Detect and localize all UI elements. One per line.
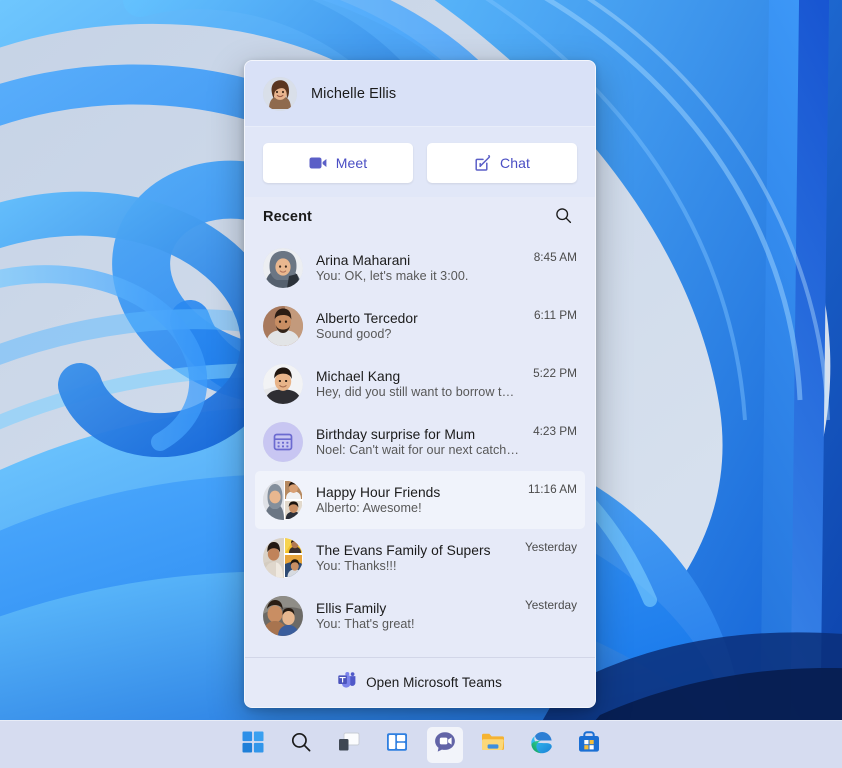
task-view-icon (338, 732, 360, 757)
conversation-row[interactable]: Happy Hour Friends Alberto: Awesome! 11:… (255, 471, 585, 529)
conversation-timestamp: 8:45 AM (534, 250, 577, 264)
search-chats-button[interactable] (549, 203, 577, 231)
conversation-timestamp: Yesterday (525, 540, 577, 554)
conversation-preview: You: Thanks!!! (316, 559, 512, 573)
michael-kang-avatar (263, 364, 303, 404)
conversation-text: The Evans Family of Supers You: Thanks!!… (316, 543, 512, 573)
conversation-preview: Noel: Can't wait for our next catch up! (316, 443, 520, 457)
conversation-row[interactable]: Alberto Tercedor Sound good? 6:11 PM (255, 297, 585, 355)
conversation-text: Arina Maharani You: OK, let's make it 3:… (316, 253, 521, 283)
conversation-preview: Alberto: Awesome! (316, 501, 515, 515)
conversation-preview: You: OK, let's make it 3:00. (316, 269, 521, 283)
compose-message-icon (474, 155, 491, 172)
taskbar (0, 720, 842, 768)
widgets-button[interactable] (379, 727, 415, 763)
video-camera-icon (309, 156, 327, 170)
search-icon (290, 731, 312, 758)
conversation-name: Michael Kang (316, 369, 520, 384)
conversation-text: Alberto Tercedor Sound good? (316, 311, 521, 341)
flyout-header: Michelle Ellis (245, 61, 595, 127)
conversation-name: The Evans Family of Supers (316, 543, 512, 558)
meet-button[interactable]: Meet (263, 143, 413, 183)
microsoft-teams-icon (338, 672, 356, 694)
group-calendar-icon (263, 422, 303, 462)
edge-icon (530, 731, 553, 759)
file-explorer-button[interactable] (475, 727, 511, 763)
chat-button-label: Chat (500, 155, 530, 171)
conversation-timestamp: 5:22 PM (533, 366, 577, 380)
conversation-text: Happy Hour Friends Alberto: Awesome! (316, 485, 515, 515)
conversation-text: Birthday surprise for Mum Noel: Can't wa… (316, 427, 520, 457)
recent-label: Recent (263, 209, 312, 225)
conversation-row[interactable]: Ellis Family You: That's great! Yesterda… (255, 587, 585, 645)
conversation-preview: You: That's great! (316, 617, 512, 631)
conversation-row[interactable]: The Evans Family of Supers You: Thanks!!… (255, 529, 585, 587)
happy-hour-friends-group-avatar (263, 480, 303, 520)
conversation-text: Ellis Family You: That's great! (316, 601, 512, 631)
open-teams-label: Open Microsoft Teams (366, 675, 502, 690)
quick-actions: Meet Chat (245, 127, 595, 197)
conversation-name: Happy Hour Friends (316, 485, 515, 500)
windows-logo-icon (242, 731, 264, 758)
start-button[interactable] (235, 727, 271, 763)
edge-button[interactable] (523, 727, 559, 763)
recent-conversations-list[interactable]: Arina Maharani You: OK, let's make it 3:… (245, 239, 595, 657)
conversation-row[interactable]: Birthday surprise for Mum Noel: Can't wa… (255, 413, 585, 471)
ellis-family-avatar (263, 596, 303, 636)
meet-button-label: Meet (336, 155, 368, 171)
chat-button[interactable]: Chat (427, 143, 577, 183)
task-view-button[interactable] (331, 727, 367, 763)
alberto-tercedor-avatar (263, 306, 303, 346)
open-microsoft-teams-button[interactable]: Open Microsoft Teams (245, 657, 595, 707)
folder-icon (481, 732, 505, 757)
microsoft-store-button[interactable] (571, 727, 607, 763)
arina-maharani-avatar (263, 248, 303, 288)
conversation-timestamp: 11:16 AM (528, 482, 577, 496)
teams-chat-button[interactable] (427, 727, 463, 763)
desktop: Michelle Ellis Meet (0, 0, 842, 768)
store-icon (578, 731, 600, 758)
conversation-row[interactable]: Arina Maharani You: OK, let's make it 3:… (255, 239, 585, 297)
conversation-name: Arina Maharani (316, 253, 521, 268)
search-button[interactable] (283, 727, 319, 763)
conversation-name: Birthday surprise for Mum (316, 427, 520, 442)
recent-section-header: Recent (245, 197, 595, 239)
conversation-timestamp: 6:11 PM (534, 308, 577, 322)
conversation-timestamp: 4:23 PM (533, 424, 577, 438)
avatar[interactable] (263, 77, 297, 111)
conversation-text: Michael Kang Hey, did you still want to … (316, 369, 520, 399)
teams-chat-icon (433, 730, 457, 759)
conversation-row[interactable]: Michael Kang Hey, did you still want to … (255, 355, 585, 413)
conversation-timestamp: Yesterday (525, 598, 577, 612)
evans-family-group-avatar (263, 538, 303, 578)
conversation-name: Alberto Tercedor (316, 311, 521, 326)
search-icon (555, 207, 572, 227)
teams-chat-flyout: Michelle Ellis Meet (244, 60, 596, 708)
conversation-name: Ellis Family (316, 601, 512, 616)
conversation-preview: Hey, did you still want to borrow the no… (316, 385, 520, 399)
conversation-preview: Sound good? (316, 327, 521, 341)
widgets-icon (386, 732, 408, 757)
user-name: Michelle Ellis (311, 86, 396, 102)
